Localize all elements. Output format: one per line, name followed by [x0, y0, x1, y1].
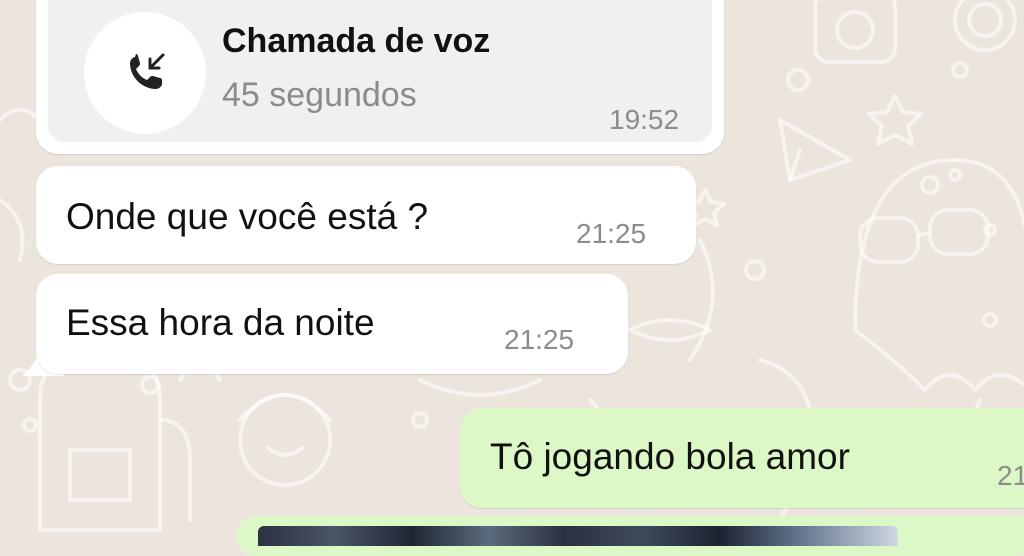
voice-call-card[interactable]: Chamada de voz 45 segundos 19:52 [48, 0, 712, 142]
message-timestamp: 21:25 [576, 218, 647, 249]
voice-call-bubble[interactable]: Chamada de voz 45 segundos 19:52 [36, 0, 724, 154]
incoming-call-icon [130, 53, 165, 89]
message-timestamp: 21:25 [504, 324, 575, 355]
incoming-message[interactable]: Essa hora da noite 21:25 [36, 274, 628, 374]
incoming-message[interactable]: Onde que você está ? 21:25 [36, 166, 696, 264]
message-text: Essa hora da noite [66, 302, 375, 343]
outgoing-message[interactable]: Tô jogando bola amor 21 [460, 408, 1024, 508]
call-timestamp: 19:52 [609, 104, 680, 135]
call-duration: 45 segundos [222, 76, 417, 114]
message-text: Tô jogando bola amor [490, 436, 850, 477]
message-text: Onde que você está ? [66, 196, 429, 237]
image-thumbnail[interactable] [258, 526, 898, 546]
call-icon-badge [84, 12, 206, 134]
call-title: Chamada de voz [222, 22, 491, 60]
message-timestamp: 21 [997, 460, 1024, 491]
